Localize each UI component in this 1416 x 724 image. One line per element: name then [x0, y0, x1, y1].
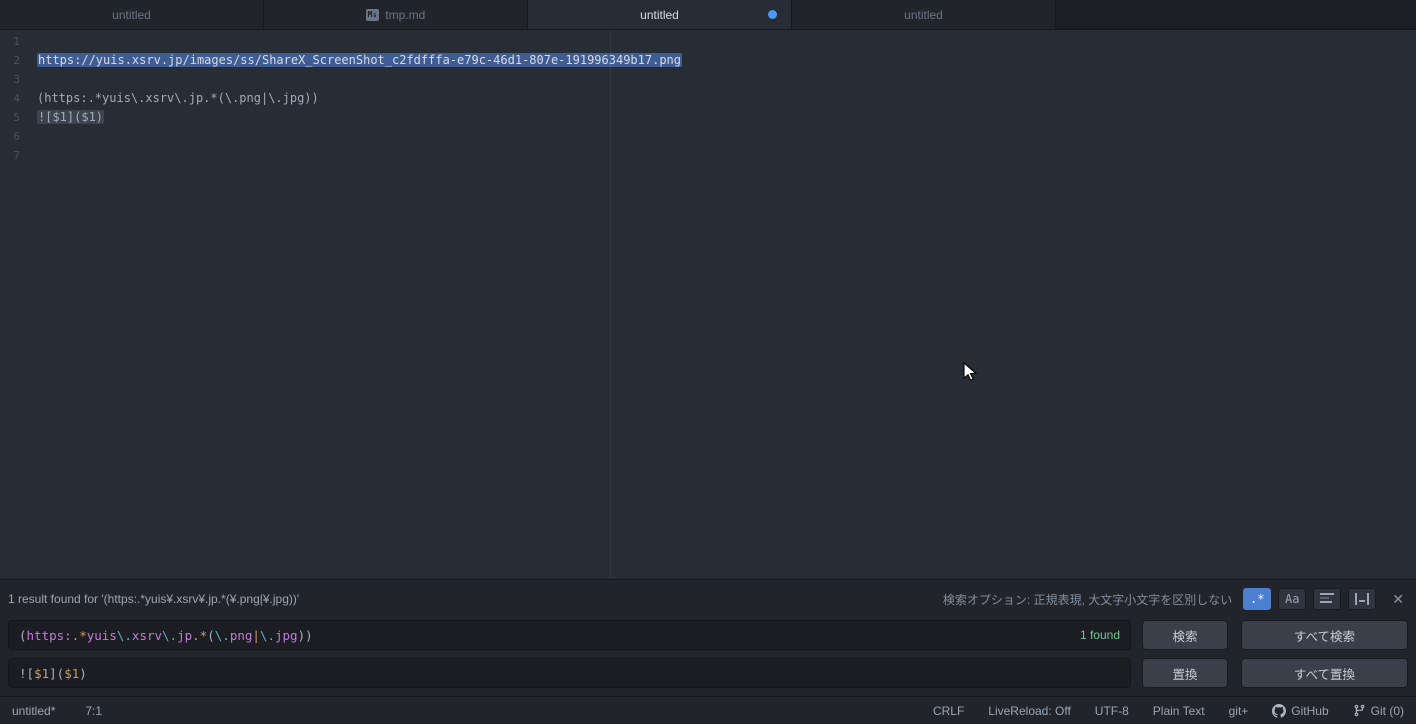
find-all-button[interactable]: すべて検索 — [1241, 620, 1408, 650]
line-ending-indicator[interactable]: CRLF — [933, 704, 964, 718]
regex-toggle-button[interactable]: .* — [1243, 588, 1271, 610]
git-branch-button[interactable]: Git (0) — [1353, 704, 1404, 718]
tab-tmp-md[interactable]: M↓ tmp.md — [264, 0, 528, 29]
editor-line: 4 (https:.*yuis\.xsrv\.jp.*(\.png|\.jpg)… — [0, 89, 1416, 108]
tab-bar: untitled M↓ tmp.md untitled untitled — [0, 0, 1416, 30]
case-sensitive-toggle-button[interactable]: Aa — [1278, 588, 1306, 610]
editor-line: 7 — [0, 146, 1416, 165]
search-result-highlight: https://yuis.xsrv.jp/images/ss/ShareX_Sc… — [37, 53, 682, 67]
tab-untitled-1[interactable]: untitled — [0, 0, 264, 29]
line-number: 6 — [0, 127, 20, 146]
editor-line: 1 — [0, 32, 1416, 51]
tab-untitled-3[interactable]: untitled — [792, 0, 1056, 29]
editor-line: 3 — [0, 70, 1416, 89]
replace-row: ![$1]($1) 置換 すべて置換 — [8, 658, 1408, 688]
editor-line: 2 https://yuis.xsrv.jp/images/ss/ShareX_… — [0, 51, 1416, 70]
git-plus-indicator[interactable]: git+ — [1229, 704, 1249, 718]
found-count-badge: 1 found — [1080, 628, 1120, 642]
line-number: 7 — [0, 146, 20, 165]
tab-untitled-2-active[interactable]: untitled — [528, 0, 792, 29]
replace-button[interactable]: 置換 — [1142, 658, 1228, 688]
github-octocat-icon — [1272, 704, 1286, 718]
find-panel-header: 1 result found for '(https:.*yuis¥.xsrv¥… — [8, 586, 1408, 612]
tab-label: untitled — [112, 8, 151, 22]
status-bar: untitled* 7:1 CRLF LiveReload: Off UTF-8… — [0, 696, 1416, 724]
whole-word-toggle-button[interactable] — [1348, 588, 1376, 610]
find-replace-panel: 1 result found for '(https:.*yuis¥.xsrv¥… — [0, 579, 1416, 696]
markdown-icon: M↓ — [366, 9, 380, 21]
line-number: 3 — [0, 70, 20, 89]
livereload-indicator[interactable]: LiveReload: Off — [988, 704, 1071, 718]
tab-label: untitled — [640, 8, 679, 22]
line-number: 2 — [0, 51, 20, 70]
status-file-name: untitled* — [12, 704, 55, 718]
editor-line: 5 ![$1]($1) — [0, 108, 1416, 127]
encoding-indicator[interactable]: UTF-8 — [1095, 704, 1129, 718]
find-row: (https:.*yuis\.xsrv\.jp.*(\.png|\.jpg))1… — [8, 620, 1408, 650]
line-number: 4 — [0, 89, 20, 108]
git-branch-icon — [1353, 704, 1366, 717]
in-selection-icon — [1320, 593, 1334, 605]
github-button[interactable]: GitHub — [1272, 704, 1328, 718]
find-button[interactable]: 検索 — [1142, 620, 1228, 650]
tab-label: untitled — [904, 8, 943, 22]
editor-window: untitled M↓ tmp.md untitled untitled 1 2… — [0, 0, 1416, 724]
cursor-position[interactable]: 7:1 — [85, 704, 102, 718]
wrap-guide — [610, 30, 611, 579]
text-editor[interactable]: 1 2 https://yuis.xsrv.jp/images/ss/Share… — [0, 30, 1416, 579]
line-number: 1 — [0, 32, 20, 51]
replace-input[interactable]: ![$1]($1) — [8, 658, 1131, 688]
close-find-panel-icon[interactable]: ✕ — [1392, 591, 1404, 608]
line-number: 5 — [0, 108, 20, 127]
replace-all-button[interactable]: すべて置換 — [1241, 658, 1408, 688]
mouse-cursor — [963, 362, 981, 384]
find-result-status: 1 result found for '(https:.*yuis¥.xsrv¥… — [8, 592, 943, 606]
whole-word-icon — [1355, 593, 1369, 605]
selection-highlight: ![$1]($1) — [37, 110, 104, 124]
in-selection-toggle-button[interactable] — [1313, 588, 1341, 610]
status-bar-right: CRLF LiveReload: Off UTF-8 Plain Text gi… — [933, 704, 1404, 718]
find-input[interactable]: (https:.*yuis\.xsrv\.jp.*(\.png|\.jpg))1… — [8, 620, 1131, 650]
tab-label: tmp.md — [385, 8, 425, 22]
find-options-label: 検索オプション: 正規表現, 大文字小文字を区別しない — [943, 591, 1232, 608]
editor-line: 6 — [0, 127, 1416, 146]
grammar-indicator[interactable]: Plain Text — [1153, 704, 1205, 718]
modified-indicator-icon — [768, 10, 777, 19]
